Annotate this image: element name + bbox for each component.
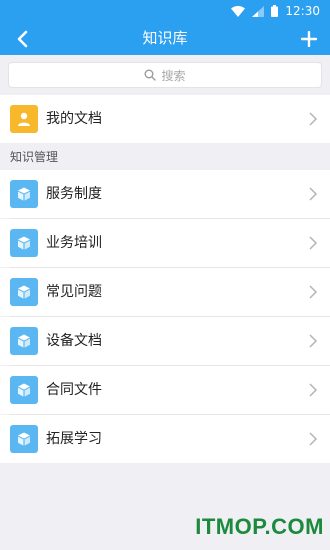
cube-icon [10, 278, 38, 306]
category-item[interactable]: 业务培训 [0, 219, 330, 267]
status-bar: 12:30 [0, 0, 330, 22]
cube-icon [10, 229, 38, 257]
add-button[interactable] [296, 26, 322, 52]
chevron-right-icon [309, 236, 318, 250]
battery-icon [271, 5, 279, 17]
section-header: 知识管理 [0, 145, 330, 170]
cube-icon [10, 376, 38, 404]
category-label: 合同文件 [46, 382, 102, 398]
search-placeholder: 搜索 [161, 68, 186, 83]
category-label: 拓展学习 [46, 431, 102, 447]
chevron-right-icon [309, 285, 318, 299]
chevron-right-icon [309, 112, 318, 126]
category-item[interactable]: 常见问题 [0, 268, 330, 316]
plus-icon [301, 31, 317, 47]
category-item[interactable]: 服务制度 [0, 170, 330, 218]
watermark: ITMOP.COM [195, 514, 324, 539]
category-label: 业务培训 [46, 235, 102, 251]
category-label: 设备文档 [46, 333, 102, 349]
wifi-icon [231, 5, 246, 17]
category-label: 服务制度 [46, 186, 102, 202]
cube-icon [10, 327, 38, 355]
chevron-right-icon [309, 383, 318, 397]
chevron-right-icon [309, 334, 318, 348]
status-time: 12:30 [285, 4, 320, 18]
signal-icon [252, 5, 265, 17]
chevron-right-icon [309, 432, 318, 446]
search-bar: 搜索 [0, 55, 330, 95]
search-input[interactable]: 搜索 [8, 62, 322, 88]
app-bar: 知识库 [0, 22, 330, 55]
chevron-right-icon [309, 187, 318, 201]
page-title: 知识库 [142, 29, 188, 47]
category-item[interactable]: 设备文档 [0, 317, 330, 365]
cube-icon [10, 180, 38, 208]
category-item[interactable]: 合同文件 [0, 366, 330, 414]
category-item[interactable]: 拓展学习 [0, 415, 330, 463]
category-label: 常见问题 [46, 284, 102, 300]
search-icon [144, 69, 157, 81]
user-icon [10, 105, 38, 133]
my-docs-label: 我的文档 [46, 111, 102, 127]
cube-icon [10, 425, 38, 453]
my-docs-item[interactable]: 我的文档 [0, 95, 330, 143]
